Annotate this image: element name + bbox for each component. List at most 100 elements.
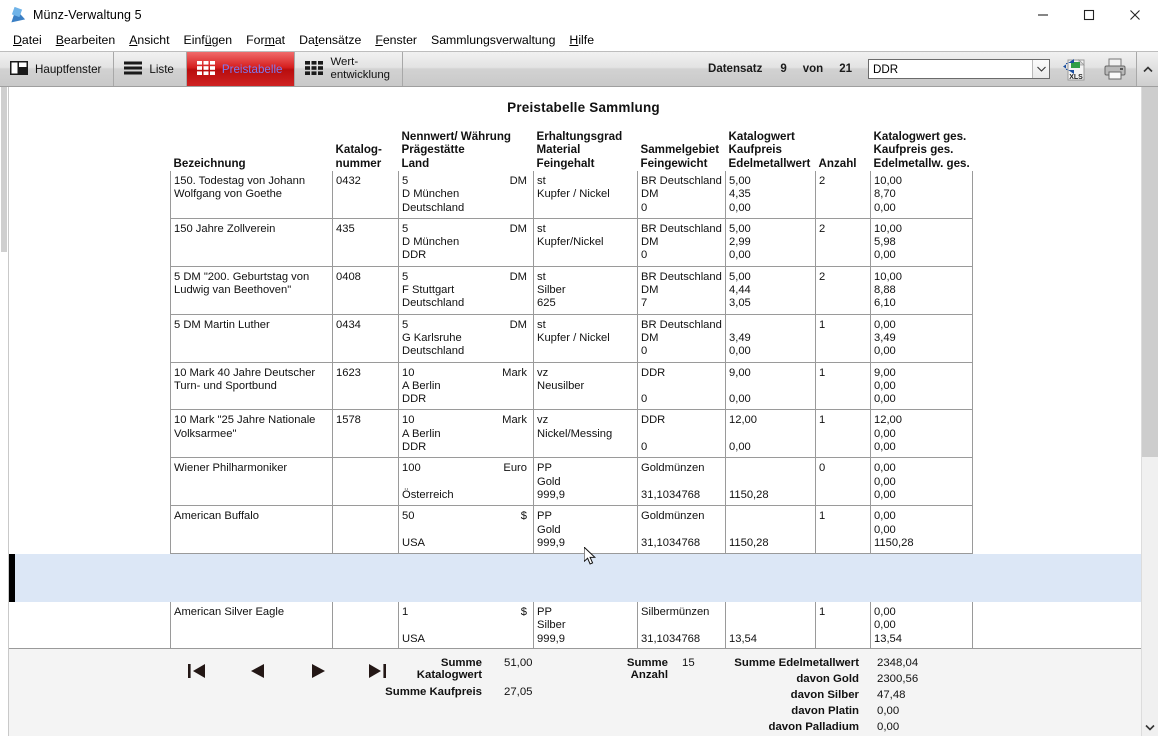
cell-sammelgebiet[interactable]: DDR.0 [638, 410, 726, 458]
cell-anzahl[interactable]: 1.. [816, 506, 871, 554]
cell-bezeichnung[interactable]: 10 Mark "25 Jahre NationaleVolksarmee". [171, 410, 333, 458]
cell-nennwert[interactable]: 5DMD MünchenDDR [399, 218, 534, 266]
table-row[interactable]: 10 Mark 40 Jahre DeutscherTurn- und Spor… [171, 362, 973, 410]
cell-erhaltungsgrad[interactable]: stKupfer / Nickel. [534, 171, 638, 218]
table-row[interactable]: American Silver Eagle.....1$.USAPPSilber… [171, 602, 973, 650]
printer-icon[interactable] [1100, 54, 1130, 84]
cell-nennwert[interactable]: 10MarkA BerlinDDR [399, 410, 534, 458]
cell-nennwert[interactable]: 10MarkA BerlinDDR [399, 362, 534, 410]
cell-sammelgebiet[interactable]: DDR.0 [638, 362, 726, 410]
cell-gesamt[interactable]: 10,005,980,00 [871, 218, 973, 266]
cell-gesamt[interactable]: 0,000,001150,28 [871, 506, 973, 554]
cell-katalognummer[interactable]: ... [333, 458, 399, 506]
cell-katalognummer[interactable]: 1623.. [333, 362, 399, 410]
previous-record-button[interactable] [245, 659, 271, 683]
cell-bezeichnung[interactable]: Wiener Philharmoniker.. [171, 458, 333, 506]
cell-katalogwert[interactable]: 5,004,350,00 [726, 171, 816, 218]
cell-gesamt[interactable]: 0,000,000,00 [871, 458, 973, 506]
left-scroll-thumb[interactable] [1, 87, 7, 252]
cell-bezeichnung[interactable]: 5 DM "200. Geburtstag vonLudwig van Beet… [171, 266, 333, 314]
cell-katalogwert[interactable]: .3,490,00 [726, 314, 816, 362]
menu-bearbeiten[interactable]: Bearbeiten [49, 30, 122, 51]
menu-fenster[interactable]: Fenster [368, 30, 424, 51]
cell-katalognummer[interactable]: ... [333, 602, 399, 650]
cell-anzahl[interactable]: 1.. [816, 602, 871, 650]
cell-gesamt[interactable]: 0,003,490,00 [871, 314, 973, 362]
cell-erhaltungsgrad[interactable]: vzNickel/Messing. [534, 410, 638, 458]
table-row[interactable]: 150. Todestag von JohannWolfgang von Goe… [171, 171, 973, 218]
cell-nennwert[interactable]: 5DMD MünchenDeutschland [399, 171, 534, 218]
cell-nennwert[interactable]: 5DMF StuttgartDeutschland [399, 266, 534, 314]
cell-nennwert[interactable]: 1$.USA [399, 602, 534, 650]
cell-katalognummer[interactable]: 0432.. [333, 171, 399, 218]
cell-anzahl[interactable]: 2.. [816, 266, 871, 314]
cell-katalognummer[interactable]: 0434.. [333, 314, 399, 362]
cell-sammelgebiet[interactable]: BR DeutschlandDM0 [638, 171, 726, 218]
cell-erhaltungsgrad[interactable]: stKupfer / Nickel. [534, 314, 638, 362]
left-margin-scroll[interactable] [0, 87, 9, 736]
cell-katalogwert[interactable]: 5,004,443,05 [726, 266, 816, 314]
toolbar-button-wertentwicklung[interactable]: Wert- entwicklung [295, 52, 403, 86]
cell-anzahl[interactable]: 0.. [816, 458, 871, 506]
table-row[interactable]: Wiener Philharmoniker.....100Euro.Österr… [171, 458, 973, 506]
next-record-button[interactable] [305, 659, 331, 683]
cell-katalogwert[interactable]: ..1150,28 [726, 506, 816, 554]
menu-hilfe[interactable]: Hilfe [562, 30, 601, 51]
cell-katalogwert[interactable]: 5,002,990,00 [726, 218, 816, 266]
cell-erhaltungsgrad[interactable]: vzNeusilber. [534, 362, 638, 410]
cell-katalognummer[interactable]: 0408.. [333, 266, 399, 314]
table-row[interactable]: American Buffalo.....50$.USAPPGold999,9G… [171, 506, 973, 554]
cell-anzahl[interactable]: 1.. [816, 314, 871, 362]
toolbar-button-liste[interactable]: Liste [114, 52, 187, 86]
vertical-scrollbar[interactable] [1141, 87, 1158, 736]
xls-export-icon[interactable]: XLS [1060, 54, 1090, 84]
cell-bezeichnung[interactable]: American Silver Eagle.. [171, 602, 333, 650]
maximize-button[interactable] [1066, 0, 1112, 30]
cell-sammelgebiet[interactable]: Goldmünzen.31,1034768 [638, 506, 726, 554]
cell-sammelgebiet[interactable]: BR DeutschlandDM0 [638, 218, 726, 266]
toolbar-button-hauptfenster[interactable]: Hauptfenster [0, 52, 114, 86]
cell-bezeichnung[interactable]: 10 Mark 40 Jahre DeutscherTurn- und Spor… [171, 362, 333, 410]
cell-bezeichnung[interactable]: 150 Jahre Zollverein.. [171, 218, 333, 266]
first-record-button[interactable] [185, 659, 211, 683]
cell-erhaltungsgrad[interactable]: PPGold999,9 [534, 458, 638, 506]
cell-gesamt[interactable]: 12,000,000,00 [871, 410, 973, 458]
toolbar-button-preistabelle[interactable]: Preistabelle [187, 52, 296, 86]
table-row[interactable]: 5 DM "200. Geburtstag vonLudwig van Beet… [171, 266, 973, 314]
cell-katalognummer[interactable]: ... [333, 506, 399, 554]
cell-sammelgebiet[interactable]: Silbermünzen.31,1034768 [638, 602, 726, 650]
table-row[interactable]: 5 DM Martin Luther..0434..5DMG Karlsruhe… [171, 314, 973, 362]
cell-bezeichnung[interactable]: American Buffalo.. [171, 506, 333, 554]
scroll-up-icon[interactable] [1136, 52, 1158, 86]
cell-katalogwert[interactable]: 12,00.0,00 [726, 410, 816, 458]
cell-gesamt[interactable]: 10,008,700,00 [871, 171, 973, 218]
cell-katalognummer[interactable]: 435.. [333, 218, 399, 266]
cell-sammelgebiet[interactable]: BR DeutschlandDM0 [638, 314, 726, 362]
menu-sammlungsverwaltung[interactable]: Sammlungsverwaltung [424, 30, 562, 51]
cell-sammelgebiet[interactable]: BR DeutschlandDM7 [638, 266, 726, 314]
cell-katalogwert[interactable]: ..1150,28 [726, 458, 816, 506]
scroll-down-icon[interactable] [1142, 719, 1158, 736]
cell-erhaltungsgrad[interactable]: stSilber625 [534, 266, 638, 314]
cell-sammelgebiet[interactable]: Goldmünzen.31,1034768 [638, 458, 726, 506]
cell-nennwert[interactable]: 5DMG KarlsruheDeutschland [399, 314, 534, 362]
cell-anzahl[interactable]: 2.. [816, 218, 871, 266]
cell-gesamt[interactable]: 0,000,0013,54 [871, 602, 973, 650]
cell-gesamt[interactable]: 9,000,000,00 [871, 362, 973, 410]
close-button[interactable] [1112, 0, 1158, 30]
minimize-button[interactable] [1020, 0, 1066, 30]
cell-bezeichnung[interactable]: 150. Todestag von JohannWolfgang von Goe… [171, 171, 333, 218]
vertical-scroll-thumb[interactable] [1142, 87, 1158, 457]
menu-datensaetze[interactable]: Datensätze [292, 30, 368, 51]
menu-einfuegen[interactable]: Einfügen [177, 30, 240, 51]
table-row[interactable]: 150 Jahre Zollverein..435..5DMD MünchenD… [171, 218, 973, 266]
cell-erhaltungsgrad[interactable]: stKupfer/Nickel. [534, 218, 638, 266]
cell-anzahl[interactable]: 2.. [816, 171, 871, 218]
collection-select[interactable]: DDR [868, 59, 1050, 79]
menu-ansicht[interactable]: Ansicht [122, 30, 176, 51]
cell-erhaltungsgrad[interactable]: PPGold999,9 [534, 506, 638, 554]
menu-format[interactable]: Format [239, 30, 292, 51]
cell-katalogwert[interactable]: 9,00.0,00 [726, 362, 816, 410]
cell-gesamt[interactable]: 10,008,886,10 [871, 266, 973, 314]
cell-erhaltungsgrad[interactable]: PPSilber999,9 [534, 602, 638, 650]
